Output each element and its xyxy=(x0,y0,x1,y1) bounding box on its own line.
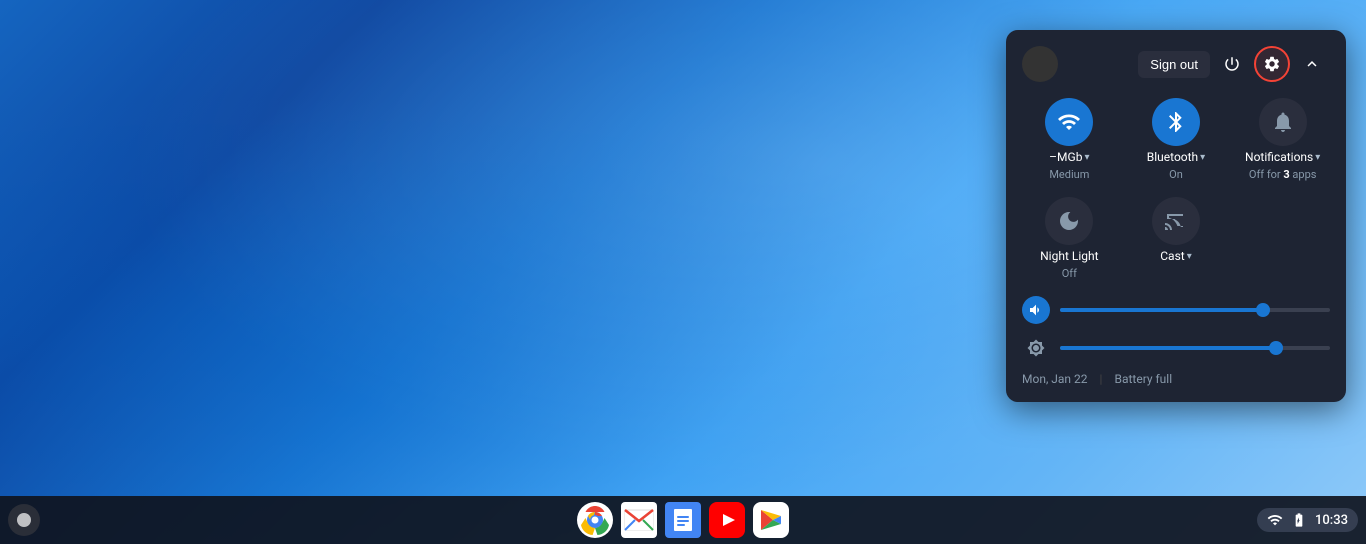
tray-battery-icon xyxy=(1291,512,1307,528)
date-label: Mon, Jan 22 xyxy=(1022,372,1088,386)
tray-time: 10:33 xyxy=(1315,513,1348,528)
bluetooth-icon xyxy=(1164,110,1188,134)
tiles-row-1: –MGb ▾ Medium Bluetooth ▾ On xyxy=(1022,98,1330,181)
volume-slider-track[interactable] xyxy=(1060,308,1330,312)
cast-tile-icon xyxy=(1152,197,1200,245)
bluetooth-tile-label: Bluetooth ▾ xyxy=(1147,150,1205,164)
system-tray[interactable]: 10:33 xyxy=(1257,508,1358,532)
panel-footer: Mon, Jan 22 | Battery full xyxy=(1022,372,1330,386)
brightness-slider-row xyxy=(1022,334,1330,362)
nightlight-tile-sublabel: Off xyxy=(1062,267,1077,280)
volume-slider-icon xyxy=(1022,296,1050,324)
bluetooth-chevron-icon: ▾ xyxy=(1200,152,1205,163)
taskbar: 10:33 xyxy=(0,496,1366,544)
nightlight-tile-icon xyxy=(1045,197,1093,245)
taskbar-left xyxy=(8,504,40,536)
youtube-icon xyxy=(709,502,745,538)
tray-wifi-icon xyxy=(1267,512,1283,528)
panel-header: Sign out xyxy=(1022,46,1330,82)
wifi-chevron-icon: ▾ xyxy=(1084,152,1089,163)
nightlight-tile[interactable]: Night Light Off xyxy=(1022,197,1117,280)
notifications-tile[interactable]: Notifications ▾ Off for 3 apps xyxy=(1235,98,1330,181)
docs-icon xyxy=(665,502,701,538)
chrome-app[interactable] xyxy=(575,500,615,540)
gmail-app[interactable] xyxy=(619,500,659,540)
notifications-off-icon xyxy=(1271,110,1295,134)
brightness-slider-track[interactable] xyxy=(1060,346,1330,350)
wifi-icon xyxy=(1057,110,1081,134)
brightness-slider-icon xyxy=(1022,334,1050,362)
footer-separator: | xyxy=(1100,372,1103,386)
launcher-button[interactable] xyxy=(8,504,40,536)
volume-icon xyxy=(1028,302,1044,318)
bluetooth-tile-icon xyxy=(1152,98,1200,146)
youtube-app[interactable] xyxy=(707,500,747,540)
wifi-tile-sublabel: Medium xyxy=(1049,168,1089,181)
nightlight-tile-label: Night Light xyxy=(1040,249,1098,263)
bluetooth-tile-sublabel: On xyxy=(1169,168,1183,181)
settings-button[interactable] xyxy=(1254,46,1290,82)
wifi-tile[interactable]: –MGb ▾ Medium xyxy=(1022,98,1117,181)
playstore-icon xyxy=(753,502,789,538)
taskbar-apps xyxy=(575,500,791,540)
notifications-count: 3 xyxy=(1283,168,1289,181)
tiles-row-2: Night Light Off Cast ▾ xyxy=(1022,197,1330,280)
brightness-slider-thumb[interactable] xyxy=(1269,341,1283,355)
nightlight-icon xyxy=(1057,209,1081,233)
brightness-icon xyxy=(1027,339,1045,357)
playstore-app[interactable] xyxy=(751,500,791,540)
volume-slider-thumb[interactable] xyxy=(1256,303,1270,317)
volume-slider-fill xyxy=(1060,308,1263,312)
sign-out-button[interactable]: Sign out xyxy=(1138,51,1210,78)
power-button[interactable] xyxy=(1214,46,1250,82)
gmail-icon xyxy=(621,502,657,538)
wifi-tile-label: –MGb ▾ xyxy=(1049,150,1089,164)
cast-tile[interactable]: Cast ▾ xyxy=(1129,197,1224,280)
cast-icon xyxy=(1164,209,1188,233)
power-icon xyxy=(1223,55,1241,73)
battery-label: Battery full xyxy=(1114,372,1172,386)
desktop: Sign out xyxy=(0,0,1366,544)
notifications-chevron-icon: ▾ xyxy=(1315,152,1320,163)
chrome-icon xyxy=(577,502,613,538)
cast-tile-label: Cast ▾ xyxy=(1160,249,1192,263)
chevron-up-icon xyxy=(1303,55,1321,73)
notifications-tile-sublabel: Off for 3 apps xyxy=(1249,168,1317,181)
panel-header-controls: Sign out xyxy=(1138,46,1330,82)
notifications-tile-label: Notifications ▾ xyxy=(1245,150,1320,164)
wifi-tile-icon xyxy=(1045,98,1093,146)
bluetooth-tile[interactable]: Bluetooth ▾ On xyxy=(1129,98,1224,181)
gear-icon xyxy=(1263,55,1281,73)
quick-settings-panel: Sign out xyxy=(1006,30,1346,402)
avatar xyxy=(1022,46,1058,82)
collapse-button[interactable] xyxy=(1294,46,1330,82)
docs-app[interactable] xyxy=(663,500,703,540)
brightness-slider-fill xyxy=(1060,346,1276,350)
volume-slider-row xyxy=(1022,296,1330,324)
cast-chevron-icon: ▾ xyxy=(1187,251,1192,262)
notifications-tile-icon xyxy=(1259,98,1307,146)
taskbar-right: 10:33 xyxy=(1257,508,1358,532)
